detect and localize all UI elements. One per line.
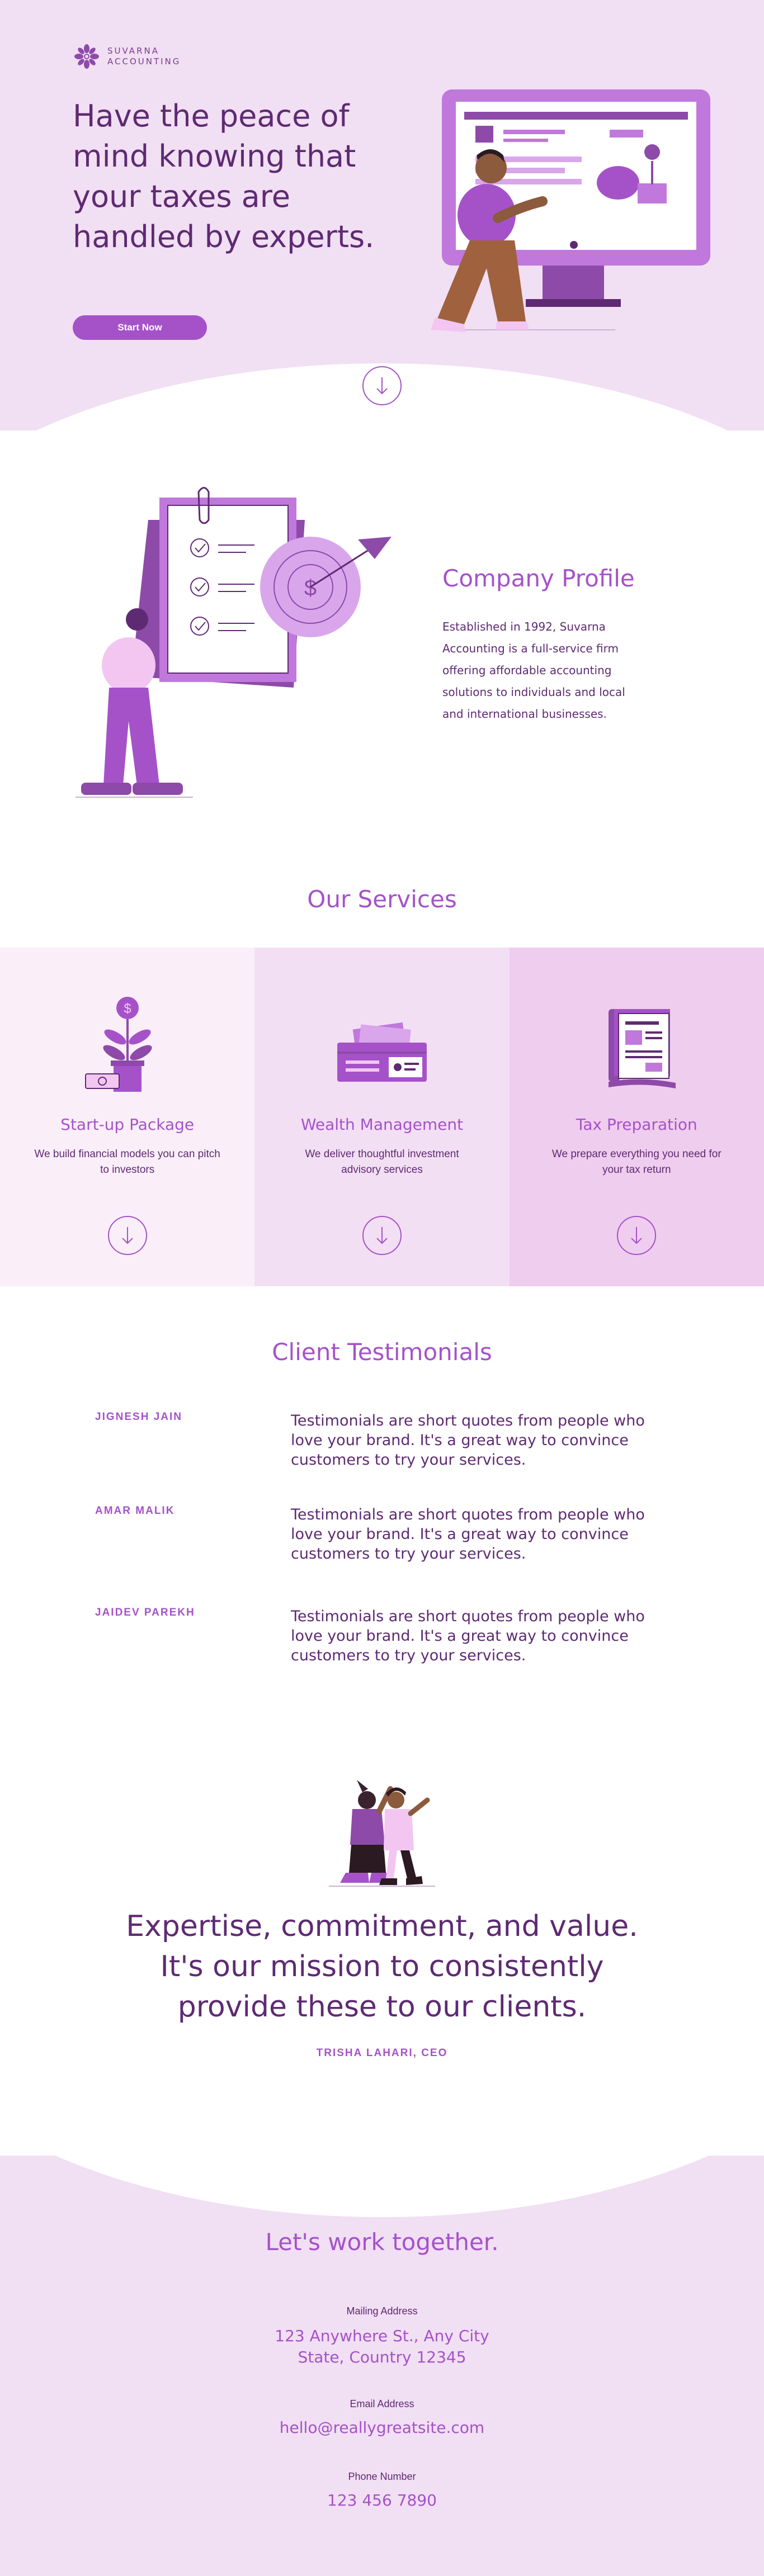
service-arrow-button[interactable] xyxy=(107,1216,147,1255)
arrow-down-icon xyxy=(121,1227,133,1244)
service-name: Tax Preparation xyxy=(576,1115,697,1134)
logo-name-line2: ACCOUNTING xyxy=(107,56,181,67)
logo-text: SUVARNA ACCOUNTING xyxy=(107,46,181,67)
testimonial-quote: Testimonials are short quotes from peopl… xyxy=(291,1506,645,1562)
svg-text:$: $ xyxy=(124,1001,131,1016)
service-description: We build financial models you can pitch … xyxy=(34,1148,220,1176)
testimonials-title: Client Testimonials xyxy=(272,1338,492,1366)
testimonial-author: AMAR MALIK xyxy=(95,1505,175,1517)
logo-flower-icon xyxy=(74,44,99,69)
service-card-wealth[interactable]: Wealth Management We deliver thoughtful … xyxy=(254,948,510,1286)
service-name: Start-up Package xyxy=(60,1115,195,1134)
testimonial-quote: Testimonials are short quotes from peopl… xyxy=(291,1608,645,1664)
testimonial-author: JAIDEV PAREKH xyxy=(95,1607,195,1618)
contact-curve-divider xyxy=(0,2156,764,2217)
mailing-address-line2: State, Country 12345 xyxy=(298,2348,466,2366)
services-section: $ Start-up Package We build financial mo… xyxy=(0,948,764,1286)
service-arrow-button[interactable] xyxy=(362,1216,402,1255)
service-description: We deliver thoughtful investment advisor… xyxy=(305,1148,459,1176)
svg-text:$: $ xyxy=(304,576,317,600)
phone-number-label: Phone Number xyxy=(348,2471,416,2482)
mission-author: TRISHA LAHARI, CEO xyxy=(316,2047,448,2059)
brand-logo[interactable]: SUVARNA ACCOUNTING xyxy=(73,42,181,70)
arrow-down-icon xyxy=(376,1227,388,1244)
service-description: We prepare everything you need for your … xyxy=(551,1148,721,1176)
mailing-address-label: Mailing Address xyxy=(346,2305,418,2317)
contact-title: Let's work together. xyxy=(265,2228,499,2256)
testimonial-quote: Testimonials are short quotes from peopl… xyxy=(291,1412,645,1469)
arrow-down-icon xyxy=(376,377,388,395)
service-arrow-button[interactable] xyxy=(617,1216,657,1255)
mission-quote: Expertise, commitment, and value. It's o… xyxy=(126,1910,638,2024)
email-address-link[interactable]: hello@reallygreatsite.com xyxy=(0,2417,764,2438)
logo-name-line1: SUVARNA xyxy=(107,46,159,56)
email-address-label: Email Address xyxy=(350,2398,414,2409)
company-profile-illustration: $ xyxy=(76,487,392,798)
testimonial-author: JIGNESH JAIN xyxy=(95,1411,182,1423)
phone-number-value[interactable]: 123 456 7890 xyxy=(0,2490,764,2511)
services-title: Our Services xyxy=(307,886,457,913)
mission-illustration xyxy=(329,1780,435,1887)
service-name: Wealth Management xyxy=(300,1115,464,1134)
arrow-down-icon xyxy=(631,1227,643,1244)
tax-document-icon xyxy=(609,1009,676,1088)
money-plant-icon: $ xyxy=(84,997,152,1092)
hero-scroll-down-button[interactable] xyxy=(362,366,402,405)
company-profile-title: Company Profile xyxy=(442,565,635,592)
hero-title: Have the peace of mind knowing that your… xyxy=(73,98,375,254)
mailing-address-line1: 123 Anywhere St., Any City xyxy=(275,2327,489,2345)
hero-section: SUVARNA ACCOUNTING Have the peace of min… xyxy=(0,0,764,430)
company-profile-text: Established in 1992, Suvarna Accounting … xyxy=(442,620,625,721)
hero-illustration xyxy=(431,89,710,332)
service-card-tax[interactable]: Tax Preparation We prepare everything yo… xyxy=(509,948,764,1286)
start-now-button[interactable]: Start Now xyxy=(73,315,207,340)
service-card-startup[interactable]: $ Start-up Package We build financial mo… xyxy=(0,948,255,1286)
contact-section: Let's work together. Mailing Address 123… xyxy=(0,2156,764,2576)
wallet-icon xyxy=(337,1022,427,1082)
